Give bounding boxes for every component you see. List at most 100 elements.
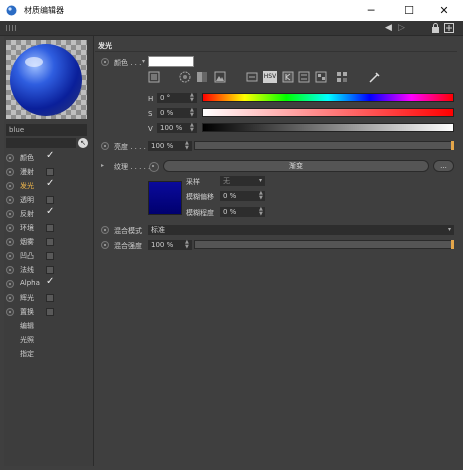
sidebar-item-illumination[interactable]: 光照 <box>6 334 91 348</box>
brightness-spinner-icon[interactable]: ▲ ▼ <box>185 141 189 151</box>
channel-checkbox[interactable] <box>46 308 54 316</box>
channel-label: 透明 <box>20 196 34 204</box>
blur-scale-spinner-icon[interactable]: ▲ ▼ <box>259 207 263 217</box>
color-wheel-icon[interactable] <box>179 71 191 83</box>
sampling-dropdown[interactable]: 无 ▾ <box>220 176 265 186</box>
hue-spinner-icon[interactable]: ▲ ▼ <box>190 93 194 103</box>
mix-mode-radio[interactable] <box>101 226 109 234</box>
channel-color[interactable]: 颜色 ✓ <box>6 150 91 166</box>
close-button[interactable]: ✕ <box>429 0 459 21</box>
channel-radio[interactable] <box>6 182 14 190</box>
channel-label: 颜色 <box>20 154 34 162</box>
channel-checkbox[interactable] <box>46 168 54 176</box>
brightness-radio[interactable] <box>101 142 109 150</box>
toolbar: ◀ ▷ <box>0 21 463 36</box>
swatches-mode-icon[interactable] <box>315 71 327 83</box>
image-icon[interactable] <box>214 71 226 83</box>
sidebar-item-assign[interactable]: 指定 <box>6 348 91 362</box>
hue-slider[interactable] <box>202 93 454 102</box>
kelvin-mode-icon[interactable] <box>282 71 294 83</box>
channel-reflectance[interactable]: 反射 ✓ <box>6 206 91 222</box>
attribute-panel: 发光 颜色 . . . ▾ HSV H 0 ° ▲ ▼ S 0 % ▲ ▼ V … <box>95 36 459 466</box>
channel-checkbox[interactable] <box>46 238 54 246</box>
eyedropper-icon[interactable] <box>368 70 382 84</box>
channel-radio[interactable] <box>6 210 14 218</box>
channel-label: 辉光 <box>20 294 34 302</box>
channel-radio[interactable] <box>6 266 14 274</box>
channel-checkbox[interactable] <box>46 224 54 232</box>
checkmark-icon[interactable]: ✓ <box>46 276 54 287</box>
channel-glow[interactable]: 辉光 <box>6 292 91 306</box>
saturation-spinner-icon[interactable]: ▲ ▼ <box>190 108 194 118</box>
h-label: H <box>148 95 154 103</box>
texture-options-button[interactable] <box>149 162 159 172</box>
channel-luminance[interactable]: 发光 ✓ <box>6 178 91 194</box>
texture-preview[interactable] <box>148 181 182 215</box>
material-layer-field[interactable] <box>6 138 76 148</box>
channel-environment[interactable]: 环境 <box>6 222 91 236</box>
grip-handle-icon[interactable] <box>6 25 16 31</box>
color-swatch[interactable] <box>148 56 194 67</box>
blur-offset-spinner-icon[interactable]: ▲ ▼ <box>259 191 263 201</box>
channel-radio[interactable] <box>6 238 14 246</box>
channel-bump[interactable]: 凹凸 <box>6 250 91 264</box>
channel-checkbox[interactable] <box>46 196 54 204</box>
channel-radio[interactable] <box>6 294 14 302</box>
material-name-field[interactable]: blue <box>6 124 87 136</box>
channel-displacement[interactable]: 置换 <box>6 306 91 320</box>
app-icon <box>6 5 17 16</box>
spectrum-icon[interactable] <box>196 71 208 83</box>
channel-radio[interactable] <box>6 168 14 176</box>
channel-radio[interactable] <box>6 224 14 232</box>
channel-label: 漫射 <box>20 168 34 176</box>
sampling-value: 无 <box>223 177 230 185</box>
channel-radio[interactable] <box>6 308 14 316</box>
texture-expand-arrow-icon[interactable]: ▸ <box>101 162 104 169</box>
saturation-slider[interactable] <box>202 108 454 117</box>
mix-mode-dropdown[interactable]: 标准 ▾ <box>148 225 454 235</box>
channel-label: 置换 <box>20 308 34 316</box>
channel-checkbox[interactable] <box>46 294 54 302</box>
channel-checkbox[interactable] <box>46 266 54 274</box>
checkmark-icon[interactable]: ✓ <box>46 206 54 217</box>
channel-fog[interactable]: 烟雾 <box>6 236 91 250</box>
mix-strength-slider-handle[interactable] <box>451 240 454 249</box>
channel-alpha[interactable]: Alpha ✓ <box>6 276 91 292</box>
back-arrow-icon[interactable]: ◀ <box>385 23 392 33</box>
checkmark-icon[interactable]: ✓ <box>46 178 54 189</box>
channel-checkbox[interactable] <box>46 252 54 260</box>
mix-strength-slider[interactable] <box>194 240 454 249</box>
mix-strength-radio[interactable] <box>101 241 109 249</box>
rgb-mode-icon[interactable] <box>246 71 258 83</box>
checkmark-icon[interactable]: ✓ <box>46 150 54 161</box>
s-label: S <box>148 110 153 118</box>
channel-radio[interactable] <box>6 154 14 162</box>
window-title: 材质编辑器 <box>24 6 64 15</box>
channel-radio[interactable] <box>6 196 14 204</box>
pick-material-icon[interactable]: ↖ <box>78 138 88 148</box>
value-spinner-icon[interactable]: ▲ ▼ <box>190 123 194 133</box>
chevron-down-icon: ▾ <box>447 226 451 233</box>
screen-picker-icon[interactable] <box>148 71 160 83</box>
hsv-mode-icon[interactable]: HSV <box>263 71 277 83</box>
material-preview[interactable] <box>6 40 87 119</box>
color-radio[interactable] <box>101 58 109 66</box>
value-slider[interactable] <box>202 123 454 132</box>
sidebar-item-edit[interactable]: 编辑 <box>6 320 91 334</box>
channel-radio[interactable] <box>6 252 14 260</box>
texture-gradient-button[interactable]: 渐变 <box>163 160 429 172</box>
forward-arrow-icon[interactable]: ▷ <box>398 23 405 33</box>
mixer-mode-icon[interactable] <box>298 71 310 83</box>
lock-icon[interactable] <box>431 23 440 33</box>
brightness-slider[interactable] <box>194 141 454 150</box>
brightness-slider-handle[interactable] <box>451 141 454 150</box>
color-dropdown-arrow-icon[interactable]: ▾ <box>142 58 145 65</box>
channel-radio[interactable] <box>6 280 14 288</box>
minimize-button[interactable]: ─ <box>356 0 386 21</box>
expand-icon[interactable] <box>444 23 454 33</box>
maximize-button[interactable]: ☐ <box>394 0 424 21</box>
grid-mode-icon[interactable] <box>336 71 348 83</box>
mix-strength-spinner-icon[interactable]: ▲ ▼ <box>185 240 189 250</box>
texture-label: 纹理 . . . . . <box>114 163 151 171</box>
texture-more-button[interactable]: ... <box>433 160 454 172</box>
